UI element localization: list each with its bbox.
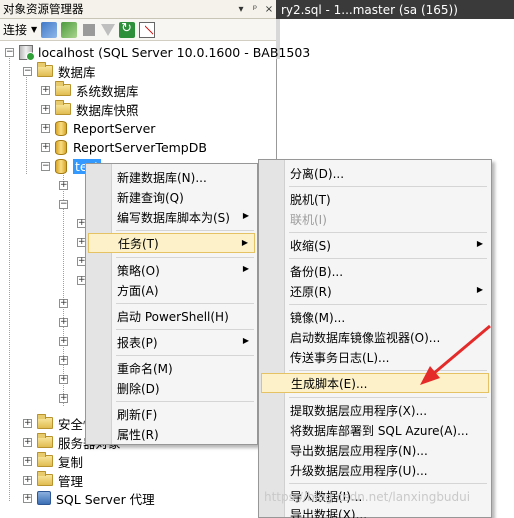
- watermark: https://blog.csdn.net/lanxingbudui: [264, 490, 471, 504]
- annotation-arrow-icon: [420, 324, 491, 385]
